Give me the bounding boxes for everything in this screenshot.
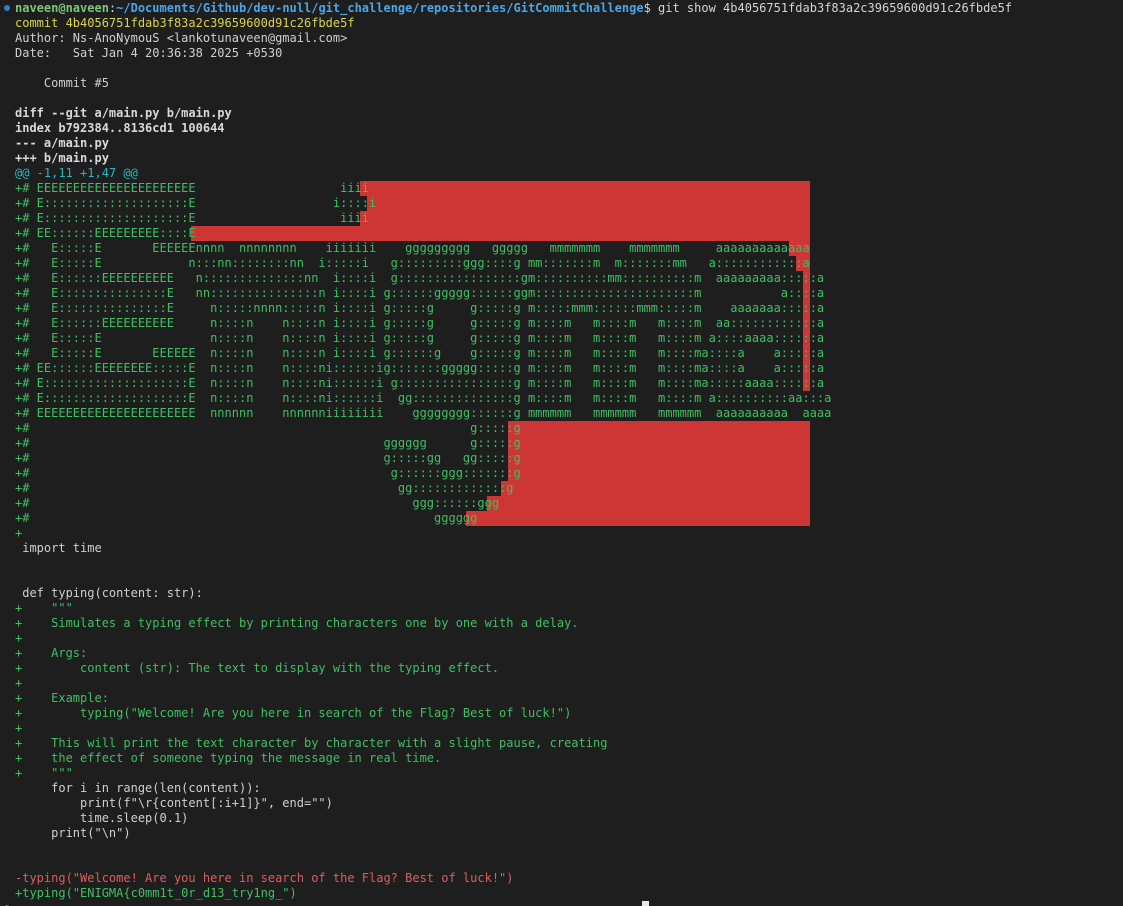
banner-line: +# EE::::::EEEEEEEE:::::E n::::n n::::ni…: [15, 361, 825, 375]
banner-line: +# E::::::::::::::::::::E n::::n n::::ni…: [15, 391, 832, 405]
trailing-whitespace-highlight: [360, 211, 810, 226]
diff-code-line: import time: [15, 541, 102, 555]
banner-line: +# ggg::::::ggg: [15, 496, 500, 510]
banner-line: +# EEEEEEEEEEEEEEEEEEEEEE nnnnnn nnnnnni…: [15, 406, 832, 420]
trailing-whitespace-highlight: [508, 436, 810, 451]
banner-line: +# EE::::::EEEEEEEEE::::E: [15, 226, 196, 240]
removed-line: -typing("Welcome! Are you here in search…: [15, 871, 514, 885]
diff-code-line: + Example:: [15, 691, 109, 705]
diff-code-line: print(f"\r{content[:i+1]}", end=""): [15, 796, 333, 810]
diff-code-line: + This will print the text character by …: [15, 736, 608, 750]
commit-message: Commit #5: [15, 76, 109, 90]
banner-line: +# EEEEEEEEEEEEEEEEEEEEEE iiii: [15, 181, 370, 195]
diff-new-file: +++ b/main.py: [15, 151, 109, 165]
banner-line: +# E::::::::::::::::::::E i::::i: [15, 196, 377, 210]
diff-index-line: index b792384..8136cd1 100644: [15, 121, 225, 135]
banner-line: +# E::::::::::::::::::::E n::::n n::::ni…: [15, 376, 825, 390]
diff-code-line: +: [15, 631, 23, 645]
diff-code-line: def typing(content: str):: [15, 586, 203, 600]
diff-code-line: + """: [15, 601, 73, 615]
trailing-whitespace-highlight: [508, 451, 810, 466]
banner-line: +# E::::::::::::::::::::E iiii: [15, 211, 370, 225]
banner-line: +# E:::::E n:::nn::::::::nn i:::::i g:::…: [15, 256, 810, 270]
trailing-whitespace-highlight: [367, 196, 810, 211]
prompt-user: naveen@naveen: [15, 1, 109, 15]
banner-line: +# E::::::EEEEEEEEEE n::::::::::::::nn i…: [15, 271, 825, 285]
commit-date: Date: Sat Jan 4 20:36:38 2025 +0530: [15, 46, 283, 60]
trailing-whitespace-highlight: [191, 226, 810, 241]
trailing-whitespace-highlight: [508, 466, 810, 481]
hunk-header: @@ -1,11 +1,47 @@: [15, 166, 138, 180]
commit-hash: commit 4b4056751fdab3f83a2c39659600d91c2…: [15, 16, 355, 30]
banner-line: +# E:::::E EEEEEEnnnn nnnnnnnn iiiiiii g…: [15, 241, 810, 255]
trailing-whitespace-highlight: [508, 421, 810, 436]
command-text: git show 4b4056751fdab3f83a2c39659600d91…: [650, 1, 1013, 15]
trailing-whitespace-highlight: [487, 496, 810, 511]
banner-line: +# E:::::::::::::::E nn:::::::::::::::n …: [15, 286, 825, 300]
cursor-block[interactable]: [642, 901, 649, 906]
diff-code-line: + Args:: [15, 646, 88, 660]
terminal-window[interactable]: naveen@naveen:~/Documents/Github/dev-nul…: [0, 0, 1123, 906]
prompt-line: naveen@naveen:~/Documents/Github/dev-nul…: [15, 1, 1012, 16]
banner-line: +# E:::::E n::::n n::::n i::::i g:::::g …: [15, 331, 825, 345]
trailing-whitespace-highlight: [360, 181, 810, 196]
prompt-indicator-icon: [4, 5, 10, 11]
diff-code-line: + typing("Welcome! Are you here in searc…: [15, 706, 572, 720]
banner-line: +# gggggg: [15, 511, 478, 525]
banner-line: +# E:::::::::::::::E n:::::nnnn:::::n i:…: [15, 301, 825, 315]
added-flag-line: +typing("ENIGMA{c0mm1t_0r_d13_try1ng_"): [15, 886, 297, 900]
diff-code-line: + Simulates a typing effect by printing …: [15, 616, 579, 630]
banner-line: +# gggggg g:::::g: [15, 436, 521, 450]
diff-header-line: diff --git a/main.py b/main.py: [15, 106, 232, 120]
diff-code-line: + content (str): The text to display wit…: [15, 661, 500, 675]
diff-code-line: + """: [15, 766, 73, 780]
diff-code-line: + the effect of someone typing the messa…: [15, 751, 442, 765]
prompt-dollar: $: [643, 1, 651, 15]
banner-line: +# g:::::g: [15, 421, 521, 435]
diff-old-file: --- a/main.py: [15, 136, 109, 150]
trailing-whitespace-highlight: [466, 511, 810, 526]
diff-code-line: for i in range(len(content)):: [15, 781, 261, 795]
diff-code-line: +: [15, 526, 23, 540]
diff-code-line: +: [15, 676, 23, 690]
banner-line: +# g:::::gg gg:::::g: [15, 451, 521, 465]
diff-code-line: print("\n"): [15, 826, 131, 840]
commit-author: Author: Ns-AnoNymouS <lankotunaveen@gmai…: [15, 31, 348, 45]
banner-line: +# gg:::::::::::::g: [15, 481, 514, 495]
trailing-whitespace-highlight: [501, 481, 810, 496]
prompt-path: ~/Documents/Github/dev-null/git_challeng…: [116, 1, 644, 15]
banner-line: +# E::::::EEEEEEEEEE n::::n n::::n i::::…: [15, 316, 825, 330]
banner-line: +# g::::::ggg:::::::g: [15, 466, 521, 480]
diff-code-line: +: [15, 721, 23, 735]
diff-code-line: time.sleep(0.1): [15, 811, 189, 825]
banner-line: +# E:::::E EEEEEE n::::n n::::n i::::i g…: [15, 346, 825, 360]
